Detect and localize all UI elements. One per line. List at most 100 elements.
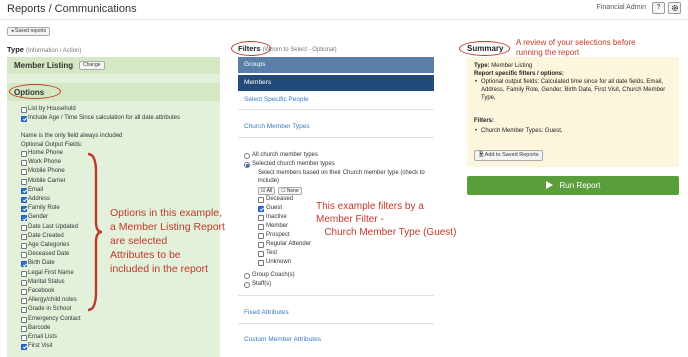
summary-panel: Type: Member Listing Report specific fil… — [467, 57, 679, 167]
optional-field-checkbox[interactable] — [21, 279, 27, 286]
member-type-label: Unknown — [266, 259, 292, 265]
summary-annotation-line: A review of your selections before — [516, 38, 636, 47]
summary-type-value: Member Listing — [491, 63, 533, 69]
options-title: Options — [14, 88, 45, 97]
filters-heading: Filters (Whom to Select - Optional) — [238, 44, 337, 53]
optional-field-checkbox[interactable] — [21, 206, 27, 213]
member-type-checkbox[interactable] — [258, 206, 264, 212]
optional-field-checkbox[interactable] — [21, 224, 27, 231]
optional-field-checkbox[interactable] — [21, 243, 27, 249]
filters-annotation-line: Church Member Type (Guest) — [316, 227, 457, 238]
options-annotation-line: are selected — [110, 235, 168, 247]
options-annotation: Options in this example, a Member Listin… — [110, 206, 230, 276]
optional-field-label: Birth Date — [28, 260, 55, 267]
fixed-attributes-link[interactable]: Fixed Attributes — [244, 309, 289, 316]
user-name[interactable]: Financial Admin — [597, 4, 646, 11]
optional-field-checkbox[interactable] — [21, 197, 27, 203]
church-member-types-link[interactable]: Church Member Types — [244, 123, 310, 130]
summary-type-line: Type: Member Listing — [474, 62, 674, 70]
optional-field-checkbox[interactable] — [21, 151, 27, 157]
optional-field-checkbox[interactable] — [21, 325, 27, 332]
member-type-checkbox[interactable] — [258, 251, 264, 257]
optional-field-checkbox[interactable] — [21, 187, 27, 194]
list-by-household-checkbox[interactable] — [21, 107, 27, 113]
optional-field-checkbox[interactable] — [21, 160, 27, 167]
optional-field-label: Date Created — [28, 232, 64, 239]
member-type-checkbox[interactable] — [258, 215, 264, 221]
custom-member-attributes-link[interactable]: Custom Member Attributes — [244, 336, 321, 343]
group-coach-radio[interactable] — [244, 273, 250, 279]
run-report-label: Run Report — [559, 181, 601, 190]
optional-field-checkbox[interactable] — [21, 298, 27, 305]
optional-field-label: Barcode — [28, 324, 51, 331]
optional-field-label: Gender — [28, 214, 49, 221]
optional-field-label: Emergency Contact — [28, 315, 81, 322]
summary-filters-label: Filters: — [474, 118, 495, 124]
optional-field-checkbox[interactable] — [21, 252, 27, 259]
members-tab-label: Members — [244, 79, 272, 86]
optional-field-label: Mobile Carrier — [28, 177, 66, 184]
divider — [238, 323, 434, 324]
select-specific-people-link[interactable]: Select Specific People — [244, 96, 309, 103]
include-age-label: Include Age / Time Since calculation for… — [28, 115, 181, 121]
optional-field-checkbox[interactable] — [21, 215, 27, 222]
add-to-saved-reports-label: Add to Saved Reports — [484, 152, 539, 158]
member-type-checkbox[interactable] — [258, 224, 264, 230]
optional-field-checkbox[interactable] — [21, 316, 27, 323]
optional-field-label: Deceased Date — [28, 251, 70, 258]
filters-label: Filters — [238, 44, 261, 53]
change-button[interactable]: Change — [79, 61, 105, 70]
optional-field-label: Family Role — [28, 205, 60, 212]
list-by-household-label: List by Household — [28, 106, 76, 112]
groups-tab-label: Groups — [244, 61, 266, 68]
filters-annotation: This example filters by a Member Filter … — [316, 200, 456, 239]
summary-annotation: A review of your selections before runni… — [516, 38, 686, 58]
optional-field-label: Address — [28, 196, 51, 202]
member-type-checkbox[interactable] — [258, 260, 264, 266]
member-type-checkbox[interactable] — [258, 197, 264, 203]
optional-field-label: Allergy/child notes — [28, 297, 77, 304]
member-type-checkbox[interactable] — [258, 242, 264, 248]
member-type-checkbox[interactable] — [258, 233, 264, 239]
filters-annotation-line: Member Filter - — [316, 214, 384, 225]
selected-member-types-radio[interactable] — [244, 162, 250, 168]
optional-field-checkbox[interactable] — [21, 335, 27, 341]
optional-field-checkbox[interactable] — [21, 307, 27, 314]
optional-field-checkbox[interactable] — [21, 169, 27, 176]
divider — [238, 295, 434, 296]
include-age-checkbox[interactable] — [21, 116, 27, 122]
options-note: Name is the only field always included — [21, 133, 123, 139]
optional-field-label: Email — [28, 186, 44, 193]
select-all-button[interactable]: ☑ All — [258, 187, 276, 195]
run-report-button[interactable]: Run Report — [467, 176, 679, 195]
saved-reports-button[interactable]: ◂ Saved reports — [7, 27, 51, 36]
optional-field-checkbox[interactable] — [21, 344, 27, 351]
all-member-types-radio[interactable] — [244, 153, 250, 159]
save-icon: 🗎 — [479, 152, 484, 158]
optional-field-label: Facebook — [28, 288, 55, 294]
optional-field-checkbox[interactable] — [21, 270, 27, 277]
optional-field-checkbox[interactable] — [21, 178, 27, 185]
optional-field-label: Marital Status — [28, 278, 65, 285]
optional-field-checkbox[interactable] — [21, 261, 27, 268]
options-annotation-line: included in the report — [110, 263, 209, 275]
optional-field-label: Age Categories — [28, 242, 70, 248]
selected-help-text: Select members based on their Church mem… — [258, 170, 425, 184]
summary-type-label: Type: — [474, 63, 490, 69]
all-member-types-label: All church member types — [252, 152, 319, 158]
add-to-saved-reports-button[interactable]: 🗎 Add to Saved Reports — [474, 150, 544, 161]
optional-field-checkbox[interactable] — [21, 233, 27, 240]
members-tab[interactable]: Members — [238, 75, 434, 91]
member-type-label: Member — [266, 223, 289, 229]
member-type-label: Regular Attender — [266, 241, 312, 247]
select-none-button[interactable]: ☐ None — [278, 187, 302, 195]
report-type-bar: Member Listing Change — [7, 57, 220, 74]
groups-tab[interactable]: Groups — [238, 57, 434, 73]
optional-field-label: First Visit — [28, 343, 53, 350]
optional-field-checkbox[interactable] — [21, 289, 27, 295]
divider — [238, 137, 434, 138]
gear-icon[interactable] — [668, 2, 681, 14]
help-icon[interactable]: ? — [652, 2, 665, 14]
optional-field-label: Grade in School — [28, 306, 72, 313]
staff-radio[interactable] — [244, 282, 250, 288]
